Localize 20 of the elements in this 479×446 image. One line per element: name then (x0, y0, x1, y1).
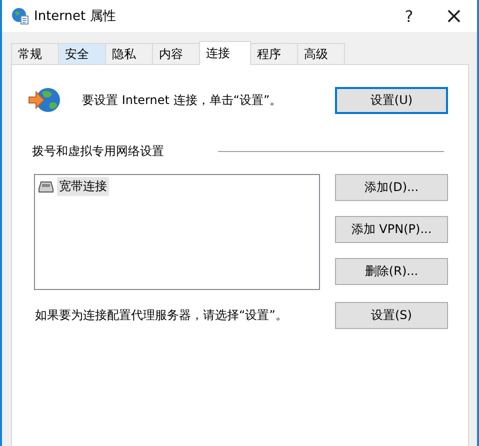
action-button[interactable]: 添加(D)... (335, 174, 448, 201)
close-button[interactable]: × (431, 0, 477, 32)
proxy-instructions: 如果要为连接配置代理服务器，请选择“设置”。 (35, 307, 288, 324)
modem-icon (38, 180, 54, 192)
window-title: Internet 属性 (34, 8, 116, 25)
tab[interactable]: 高级 (297, 43, 345, 64)
tab[interactable]: 安全 (58, 43, 106, 64)
setup-instructions: 要设置 Internet 连接，单击“设置”。 (82, 92, 282, 108)
globe-icon (11, 7, 29, 25)
connection-list[interactable]: 宽带连接 (34, 174, 320, 290)
section-heading: 拨号和虚拟专用网络设置 (32, 143, 164, 160)
action-button[interactable]: 添加 VPN(P)... (335, 216, 448, 243)
globe-arrow-icon (28, 86, 62, 114)
help-button[interactable]: ? (387, 0, 431, 32)
proxy-settings-button[interactable]: 设置(S) (335, 302, 448, 329)
tab[interactable]: 连接 (199, 41, 251, 65)
setup-button[interactable]: 设置(U) (335, 86, 448, 114)
action-button[interactable]: 删除(R)... (335, 258, 448, 285)
connection-item[interactable]: 宽带连接 (57, 177, 109, 196)
tab[interactable]: 常规 (11, 43, 59, 64)
